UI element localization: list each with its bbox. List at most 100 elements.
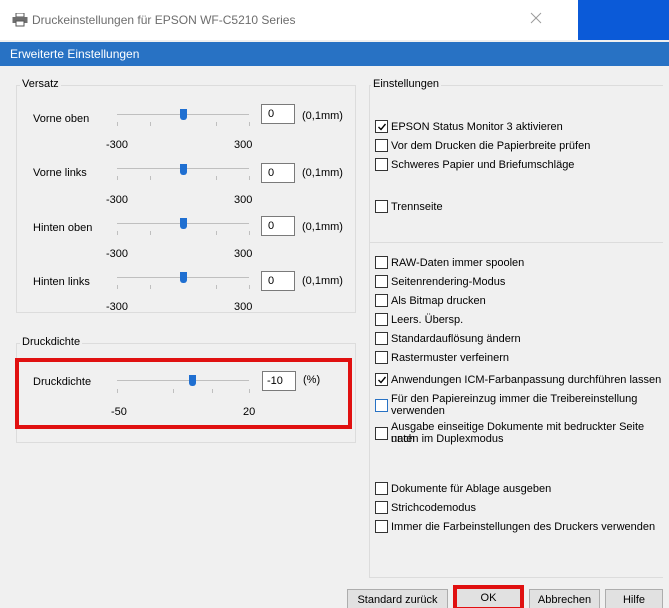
checkbox-label-separator-page: Trennseite [391, 201, 443, 213]
checkbox-label-raw-spool: RAW-Daten immer spoolen [391, 257, 525, 269]
density-min: -50 [111, 406, 127, 418]
slider-tick [249, 122, 250, 126]
offset-unit: (0,1mm) [302, 221, 343, 233]
checkbox-always-driver-paper-source[interactable] [375, 399, 388, 412]
density-max: 20 [243, 406, 256, 418]
density-group-label: Druckdichte [20, 336, 83, 348]
ok-button[interactable]: OK [453, 585, 524, 608]
offset-min: -300 [106, 139, 129, 151]
checkmark-icon [378, 376, 387, 384]
density-highlight-box [15, 358, 352, 429]
offset-max: 300 [234, 194, 253, 206]
checkbox-label-bitmap-print: Als Bitmap drucken [391, 295, 486, 307]
offset-group-label: Versatz [20, 78, 61, 90]
slider-tick [117, 122, 118, 126]
offset-unit: (0,1mm) [302, 275, 343, 287]
section-header-title: Erweiterte Einstellungen [10, 47, 140, 61]
slider-tick [173, 389, 174, 393]
checkbox-raw-spool[interactable] [375, 256, 388, 269]
printer-icon [12, 13, 28, 27]
density-slider-thumb[interactable] [188, 375, 196, 386]
density-unit: (%) [303, 374, 321, 386]
slider-tick [216, 122, 217, 126]
slider-tick [249, 389, 250, 393]
checkbox-label-status-monitor: EPSON Status Monitor 3 aktivieren [391, 121, 563, 133]
checkbox-label-check-paper-width: Vor dem Drucken die Papierbreite prüfen [391, 140, 591, 152]
checkbox-label-barcode-mode: Strichcodemodus [391, 502, 476, 514]
offset-row-label-hinten-links: Hinten links [33, 276, 90, 288]
slider-thumb-hinten-oben[interactable] [179, 218, 187, 229]
checkbox-page-rendering[interactable] [375, 275, 388, 288]
settings-group-label: Einstellungen [371, 78, 442, 90]
checkbox-label-page-rendering: Seitenrendering-Modus [391, 276, 506, 288]
offset-row-label-vorne-oben: Vorne oben [33, 113, 90, 125]
section-header: Erweiterte Einstellungen [0, 42, 669, 66]
offset-value-vorne-oben[interactable]: 0 [261, 104, 295, 124]
slider-tick [117, 285, 118, 289]
slider-tick [249, 285, 250, 289]
checkbox-bitmap-print[interactable] [375, 294, 388, 307]
checkbox-label-printer-color-settings: Immer die Farbeinstellungen des Druckers… [391, 521, 656, 533]
checkbox-printer-color-settings[interactable] [375, 520, 388, 533]
checkbox-label-change-default-resolution: Standardauflösung ändern [391, 333, 521, 345]
offset-min: -300 [106, 248, 129, 260]
slider-tick [150, 122, 151, 126]
density-slider-track[interactable] [117, 380, 249, 381]
checkbox-label-duplex-face-down: unten im Duplexmodus [391, 433, 504, 445]
checkbox-label-heavy-paper: Schweres Papier und Briefumschläge [391, 159, 575, 171]
density-row-label: Druckdichte [33, 376, 92, 388]
settings-divider [369, 242, 663, 243]
slider-tick [249, 176, 250, 180]
slider-thumb-vorne-oben[interactable] [179, 109, 187, 120]
checkbox-barcode-mode[interactable] [375, 501, 388, 514]
slider-tick [117, 389, 118, 393]
offset-max: 300 [234, 301, 253, 313]
title-bar: Druckeinstellungen für EPSON WF-C5210 Se… [0, 0, 669, 40]
checkbox-duplex-face-down[interactable] [375, 427, 388, 440]
density-value[interactable]: -10 [262, 371, 296, 391]
offset-row-label-vorne-links: Vorne links [33, 167, 87, 179]
checkbox-refine-halftone[interactable] [375, 351, 388, 364]
checkbox-label-refine-halftone: Rastermuster verfeinern [391, 352, 509, 364]
slider-tick [216, 285, 217, 289]
title-bar-accent [578, 0, 669, 40]
window-title: Druckeinstellungen für EPSON WF-C5210 Se… [32, 13, 296, 27]
checkbox-label-icm-by-application: Anwendungen ICM-Farbanpassung durchführe… [391, 374, 662, 386]
slider-tick [150, 285, 151, 289]
offset-value-vorne-links[interactable]: 0 [261, 163, 295, 183]
reset-button[interactable]: Standard zurück [347, 589, 448, 608]
slider-tick [212, 389, 213, 393]
offset-max: 300 [234, 139, 253, 151]
checkbox-icm-by-application[interactable] [375, 373, 388, 386]
slider-tick [216, 176, 217, 180]
checkbox-check-paper-width[interactable] [375, 139, 388, 152]
slider-tick [249, 231, 250, 235]
offset-value-hinten-oben[interactable]: 0 [261, 216, 295, 236]
slider-thumb-hinten-links[interactable] [179, 272, 187, 283]
checkbox-label-skip-blank: Leers. Übersp. [391, 314, 464, 326]
checkbox-archive-output[interactable] [375, 482, 388, 495]
offset-unit: (0,1mm) [302, 167, 343, 179]
checkbox-skip-blank[interactable] [375, 313, 388, 326]
checkbox-separator-page[interactable] [375, 200, 388, 213]
offset-min: -300 [106, 194, 129, 206]
offset-value-hinten-links[interactable]: 0 [261, 271, 295, 291]
cancel-button[interactable]: Abbrechen [529, 589, 600, 608]
help-button[interactable]: Hilfe [605, 589, 663, 608]
offset-min: -300 [106, 301, 129, 313]
checkbox-change-default-resolution[interactable] [375, 332, 388, 345]
offset-row-label-hinten-oben: Hinten oben [33, 222, 93, 234]
slider-tick [150, 231, 151, 235]
slider-tick [150, 176, 151, 180]
checkmark-icon [378, 123, 387, 131]
checkbox-label-always-driver-paper-source: verwenden [391, 405, 445, 417]
slider-tick [117, 176, 118, 180]
checkbox-status-monitor[interactable] [375, 120, 388, 133]
close-icon[interactable] [528, 10, 544, 26]
slider-tick [216, 231, 217, 235]
offset-max: 300 [234, 248, 253, 260]
offset-unit: (0,1mm) [302, 110, 343, 122]
checkbox-heavy-paper[interactable] [375, 158, 388, 171]
checkbox-label-archive-output: Dokumente für Ablage ausgeben [391, 483, 552, 495]
slider-thumb-vorne-links[interactable] [179, 164, 187, 175]
